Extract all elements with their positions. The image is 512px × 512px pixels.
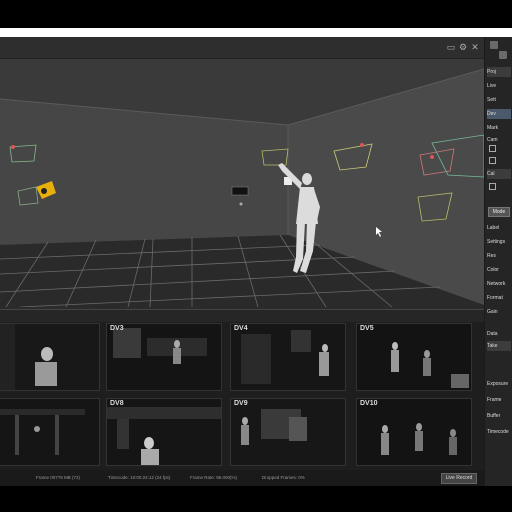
status-frame-rate: Frame Rate: 96.000(%): [190, 475, 238, 480]
prop-color: Color: [487, 267, 499, 273]
camera-view-dv9[interactable]: DV9: [230, 398, 346, 466]
window-bottom-strip: [0, 486, 512, 512]
prop-settings: Settings: [487, 239, 506, 245]
camera-label: DV3: [110, 325, 124, 332]
status-dropped-frames: Dropped Frames: 0%: [262, 475, 305, 480]
camera-views-panel: DV3 DV4 DV5 DV8 DV9 DV10 Frame 00778 MB …: [0, 309, 484, 487]
camera-label: DV10: [360, 400, 378, 407]
minimize-icon[interactable]: ▭: [446, 42, 456, 52]
camera-view-dv3[interactable]: DV3: [106, 323, 222, 391]
camera-view-dv8[interactable]: DV8: [106, 398, 222, 466]
camera-feed: [231, 399, 345, 465]
panel-item-cameras[interactable]: Cam: [487, 135, 511, 145]
camera-view-dv4[interactable]: DV4: [230, 323, 346, 391]
panel-item-data[interactable]: Data: [487, 329, 511, 339]
prop-label: Label: [487, 225, 500, 231]
3d-viewport[interactable]: ▭ ⚙ ✕: [0, 37, 484, 307]
checkbox-2[interactable]: [489, 157, 496, 164]
camera-label: DV9: [234, 400, 248, 407]
status-bar: Frame 00778 MB (72) Timecode: 10:00:24:1…: [0, 470, 484, 487]
prop-gain: Gain: [487, 309, 498, 315]
live-record-button[interactable]: Live Record: [441, 473, 477, 484]
mode-button[interactable]: Mode: [488, 207, 510, 217]
checkbox-1[interactable]: [489, 145, 496, 152]
camera-feed: [357, 324, 471, 390]
camera-view-dv10[interactable]: DV10: [356, 398, 472, 466]
camera-feed: [357, 399, 471, 465]
prop-network: Network: [487, 281, 506, 287]
camera-label: DV5: [360, 325, 374, 332]
prop-timecode: Timecode: [487, 429, 509, 435]
close-icon[interactable]: ✕: [470, 42, 480, 52]
camera-feed: [0, 324, 99, 390]
settings-icon[interactable]: ⚙: [458, 42, 468, 52]
tool-icon[interactable]: [499, 51, 507, 59]
viewport-toolbar: ▭ ⚙ ✕: [0, 37, 484, 59]
checkbox-3[interactable]: [489, 183, 496, 190]
status-timecode: Timecode: 10:00:24:12 (24 fps): [108, 475, 171, 480]
prop-format: Format: [487, 295, 503, 301]
prop-frame: Frame: [487, 397, 502, 403]
panel-item-devices[interactable]: Dev: [487, 109, 511, 119]
properties-panel: Proj Live Sett Dev Mark Cam Cal Mode Lab…: [484, 37, 512, 486]
camera-feed: [231, 324, 345, 390]
panel-item-project[interactable]: Proj: [487, 67, 511, 77]
camera-label: DV8: [110, 400, 124, 407]
prop-buffer: Buffer: [487, 413, 501, 419]
3d-scene[interactable]: [0, 59, 484, 307]
camera-view-5[interactable]: [0, 398, 100, 466]
panel-item-calibration[interactable]: Cal: [487, 169, 511, 179]
camera-panel-header: [0, 310, 484, 322]
prop-res: Res: [487, 253, 496, 259]
status-frame: Frame 00778 MB (72): [36, 475, 81, 480]
camera-feed: [107, 399, 221, 465]
folder-icon[interactable]: [490, 41, 498, 49]
panel-item-markers[interactable]: Mark: [487, 123, 511, 133]
panel-item-settings[interactable]: Sett: [487, 95, 511, 105]
camera-feed: [0, 399, 99, 465]
mocap-application: ▭ ⚙ ✕ Proj Live Sett Dev Mark Cam Cal Mo…: [0, 37, 512, 487]
camera-view-dv5[interactable]: DV5: [356, 323, 472, 391]
camera-view-1[interactable]: [0, 323, 100, 391]
window-top-strip: [0, 28, 512, 37]
panel-item-take[interactable]: Take: [487, 341, 511, 351]
camera-label: DV4: [234, 325, 248, 332]
panel-item-live[interactable]: Live: [487, 81, 511, 91]
camera-feed: [107, 324, 221, 390]
prop-exposure: Exposure: [487, 381, 509, 387]
